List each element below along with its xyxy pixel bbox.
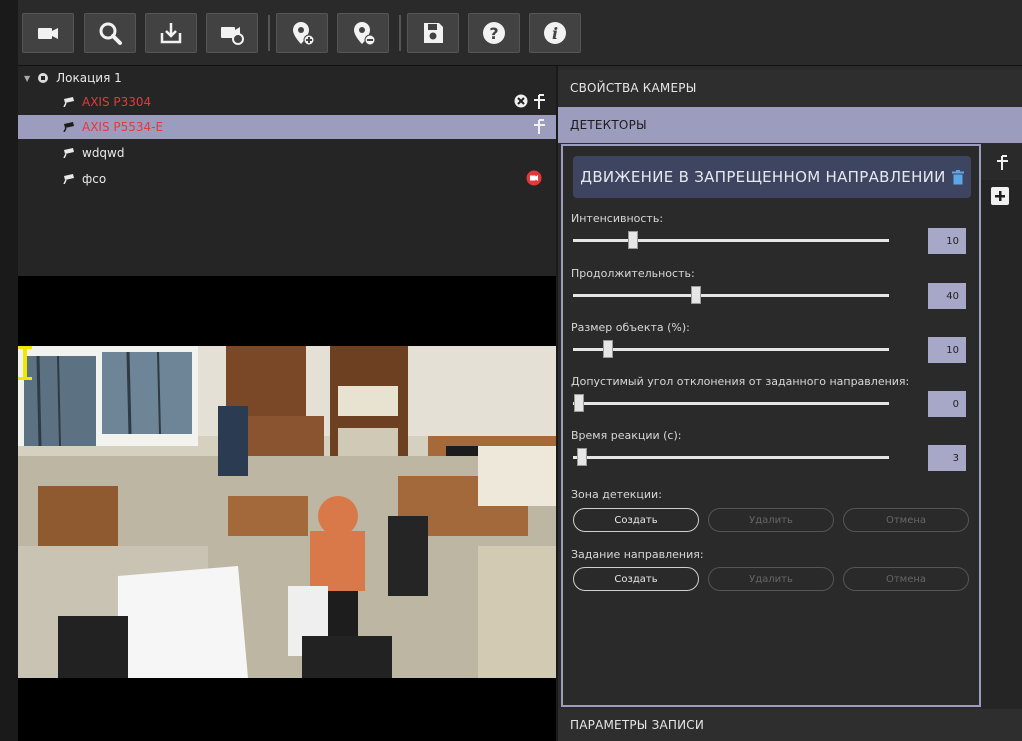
- section-detectors[interactable]: ДЕТЕКТОРЫ: [558, 107, 1022, 143]
- zone-create-button[interactable]: Создать: [573, 508, 699, 532]
- add-camera-button[interactable]: [22, 13, 74, 53]
- tree-item-camera-4[interactable]: фсо: [18, 167, 556, 191]
- direction-detector-icon: [534, 119, 545, 134]
- tree-item-camera-1[interactable]: AXIS P3304: [18, 90, 556, 114]
- direction-label: Задание направления:: [571, 548, 704, 561]
- tree-item-label: AXIS P3304: [82, 95, 152, 109]
- tree-root-label: Локация 1: [56, 71, 122, 85]
- detector-settings-panel: ДВИЖЕНИЕ В ЗАПРЕЩЕННОМ НАПРАВЛЕНИИ Интен…: [561, 144, 981, 707]
- toolbar: ? i: [18, 0, 1022, 66]
- tree-root-location[interactable]: ▼ Локация 1: [18, 66, 556, 90]
- info-icon: i: [544, 22, 566, 44]
- reaction-time-value[interactable]: 3: [928, 445, 966, 471]
- location-remove-icon: [354, 22, 376, 46]
- recording-icon[interactable]: [526, 170, 542, 186]
- video-letterbox-top: [18, 276, 556, 346]
- param-angle-label: Допустимый угол отклонения от заданного …: [571, 375, 910, 388]
- cctv-icon: [63, 174, 74, 184]
- row-actions: [532, 118, 546, 134]
- close-circle-icon[interactable]: [514, 94, 528, 108]
- location-add-icon: [293, 22, 315, 46]
- tree-item-label: wdqwd: [82, 146, 125, 160]
- param-intensity-label: Интенсивность:: [571, 212, 664, 225]
- info-button[interactable]: i: [529, 13, 581, 53]
- save-button[interactable]: [407, 13, 459, 53]
- floppy-icon: [424, 23, 443, 43]
- duration-value[interactable]: 40: [928, 283, 966, 309]
- cctv-icon: [63, 148, 74, 158]
- cctv-icon: [63, 122, 74, 132]
- download-icon: [160, 23, 182, 44]
- tree-item-camera-2[interactable]: AXIS P5534-E: [18, 115, 556, 139]
- param-reaction-time-label: Время реакции (с):: [571, 429, 682, 442]
- add-location-button[interactable]: [276, 13, 328, 53]
- camera-add-icon: [38, 28, 58, 39]
- svg-text:?: ?: [489, 24, 498, 43]
- expand-arrow-icon[interactable]: ▼: [24, 74, 30, 83]
- row-actions: [514, 93, 546, 109]
- detector-title-bar[interactable]: ДВИЖЕНИЕ В ЗАПРЕЩЕННОМ НАПРАВЛЕНИИ: [573, 156, 971, 198]
- zone-cancel-button[interactable]: Отмена: [843, 508, 969, 532]
- tree-item-label: AXIS P5534-E: [82, 120, 164, 134]
- question-icon: ?: [483, 22, 505, 44]
- detector-tabs-strip: [981, 144, 1022, 709]
- import-button[interactable]: [145, 13, 197, 53]
- param-duration-label: Продолжительность:: [571, 267, 695, 280]
- zone-label: Зона детекции:: [571, 488, 662, 501]
- location-icon: [38, 73, 49, 83]
- param-object-size-label: Размер объекта (%):: [571, 321, 690, 334]
- direction-create-button[interactable]: Создать: [573, 567, 699, 591]
- search-button[interactable]: [84, 13, 136, 53]
- row-actions: [526, 170, 542, 186]
- video-letterbox-bottom: [18, 678, 556, 741]
- section-title: СВОЙСТВА КАМЕРЫ: [570, 81, 697, 95]
- direction-delete-button[interactable]: Удалить: [708, 567, 834, 591]
- detector-title: ДВИЖЕНИЕ В ЗАПРЕЩЕННОМ НАПРАВЛЕНИИ: [580, 168, 946, 186]
- intensity-slider-track[interactable]: [573, 231, 889, 249]
- camera-video-view[interactable]: [18, 346, 556, 678]
- section-title: ДЕТЕКТОРЫ: [570, 118, 647, 132]
- reaction-time-slider-track[interactable]: [573, 448, 889, 466]
- reaction-time-slider-handle[interactable]: [577, 448, 588, 466]
- tree-item-camera-3[interactable]: wdqwd: [18, 141, 556, 165]
- intensity-slider-handle[interactable]: [628, 231, 639, 249]
- trash-icon[interactable]: [951, 169, 964, 185]
- angle-slider-handle[interactable]: [574, 394, 585, 412]
- direction-cancel-button[interactable]: Отмена: [843, 567, 969, 591]
- svg-text:i: i: [552, 24, 558, 43]
- angle-value[interactable]: 0: [928, 391, 966, 417]
- office-scene-image: [18, 346, 556, 678]
- help-button[interactable]: ?: [468, 13, 520, 53]
- duration-slider-track[interactable]: [573, 286, 889, 304]
- toolbar-separator: [268, 15, 270, 51]
- object-size-slider-handle[interactable]: [602, 340, 613, 358]
- duration-slider-handle[interactable]: [691, 286, 702, 304]
- camera-gear-icon: [221, 27, 244, 45]
- zone-delete-button[interactable]: Удалить: [708, 508, 834, 532]
- detector-tab-direction[interactable]: [981, 144, 1022, 180]
- tree-item-label: фсо: [82, 172, 107, 186]
- angle-slider-track[interactable]: [573, 394, 889, 412]
- cctv-icon: [63, 97, 74, 107]
- section-record-params[interactable]: ПАРАМЕТРЫ ЗАПИСИ: [558, 709, 1022, 741]
- camera-tree: ▼ Локация 1 AXIS P3304 AXIS P5534-E wdqw…: [18, 66, 556, 276]
- direction-detector-icon: [534, 94, 545, 109]
- intensity-value[interactable]: 10: [928, 228, 966, 254]
- plus-icon: [995, 191, 1005, 201]
- search-icon: [99, 22, 122, 45]
- camera-settings-button[interactable]: [206, 13, 258, 53]
- section-camera-properties[interactable]: СВОЙСТВА КАМЕРЫ: [558, 70, 1022, 106]
- object-size-slider-track[interactable]: [573, 340, 889, 358]
- remove-location-button[interactable]: [337, 13, 389, 53]
- direction-detector-icon: [996, 155, 1008, 170]
- add-detector-button[interactable]: [991, 187, 1009, 205]
- properties-panel: СВОЙСТВА КАМЕРЫ ДЕТЕКТОРЫ ДВИЖЕНИЕ В ЗАП…: [558, 66, 1022, 741]
- section-title: ПАРАМЕТРЫ ЗАПИСИ: [570, 718, 705, 732]
- toolbar-separator: [399, 15, 401, 51]
- object-size-value[interactable]: 10: [928, 337, 966, 363]
